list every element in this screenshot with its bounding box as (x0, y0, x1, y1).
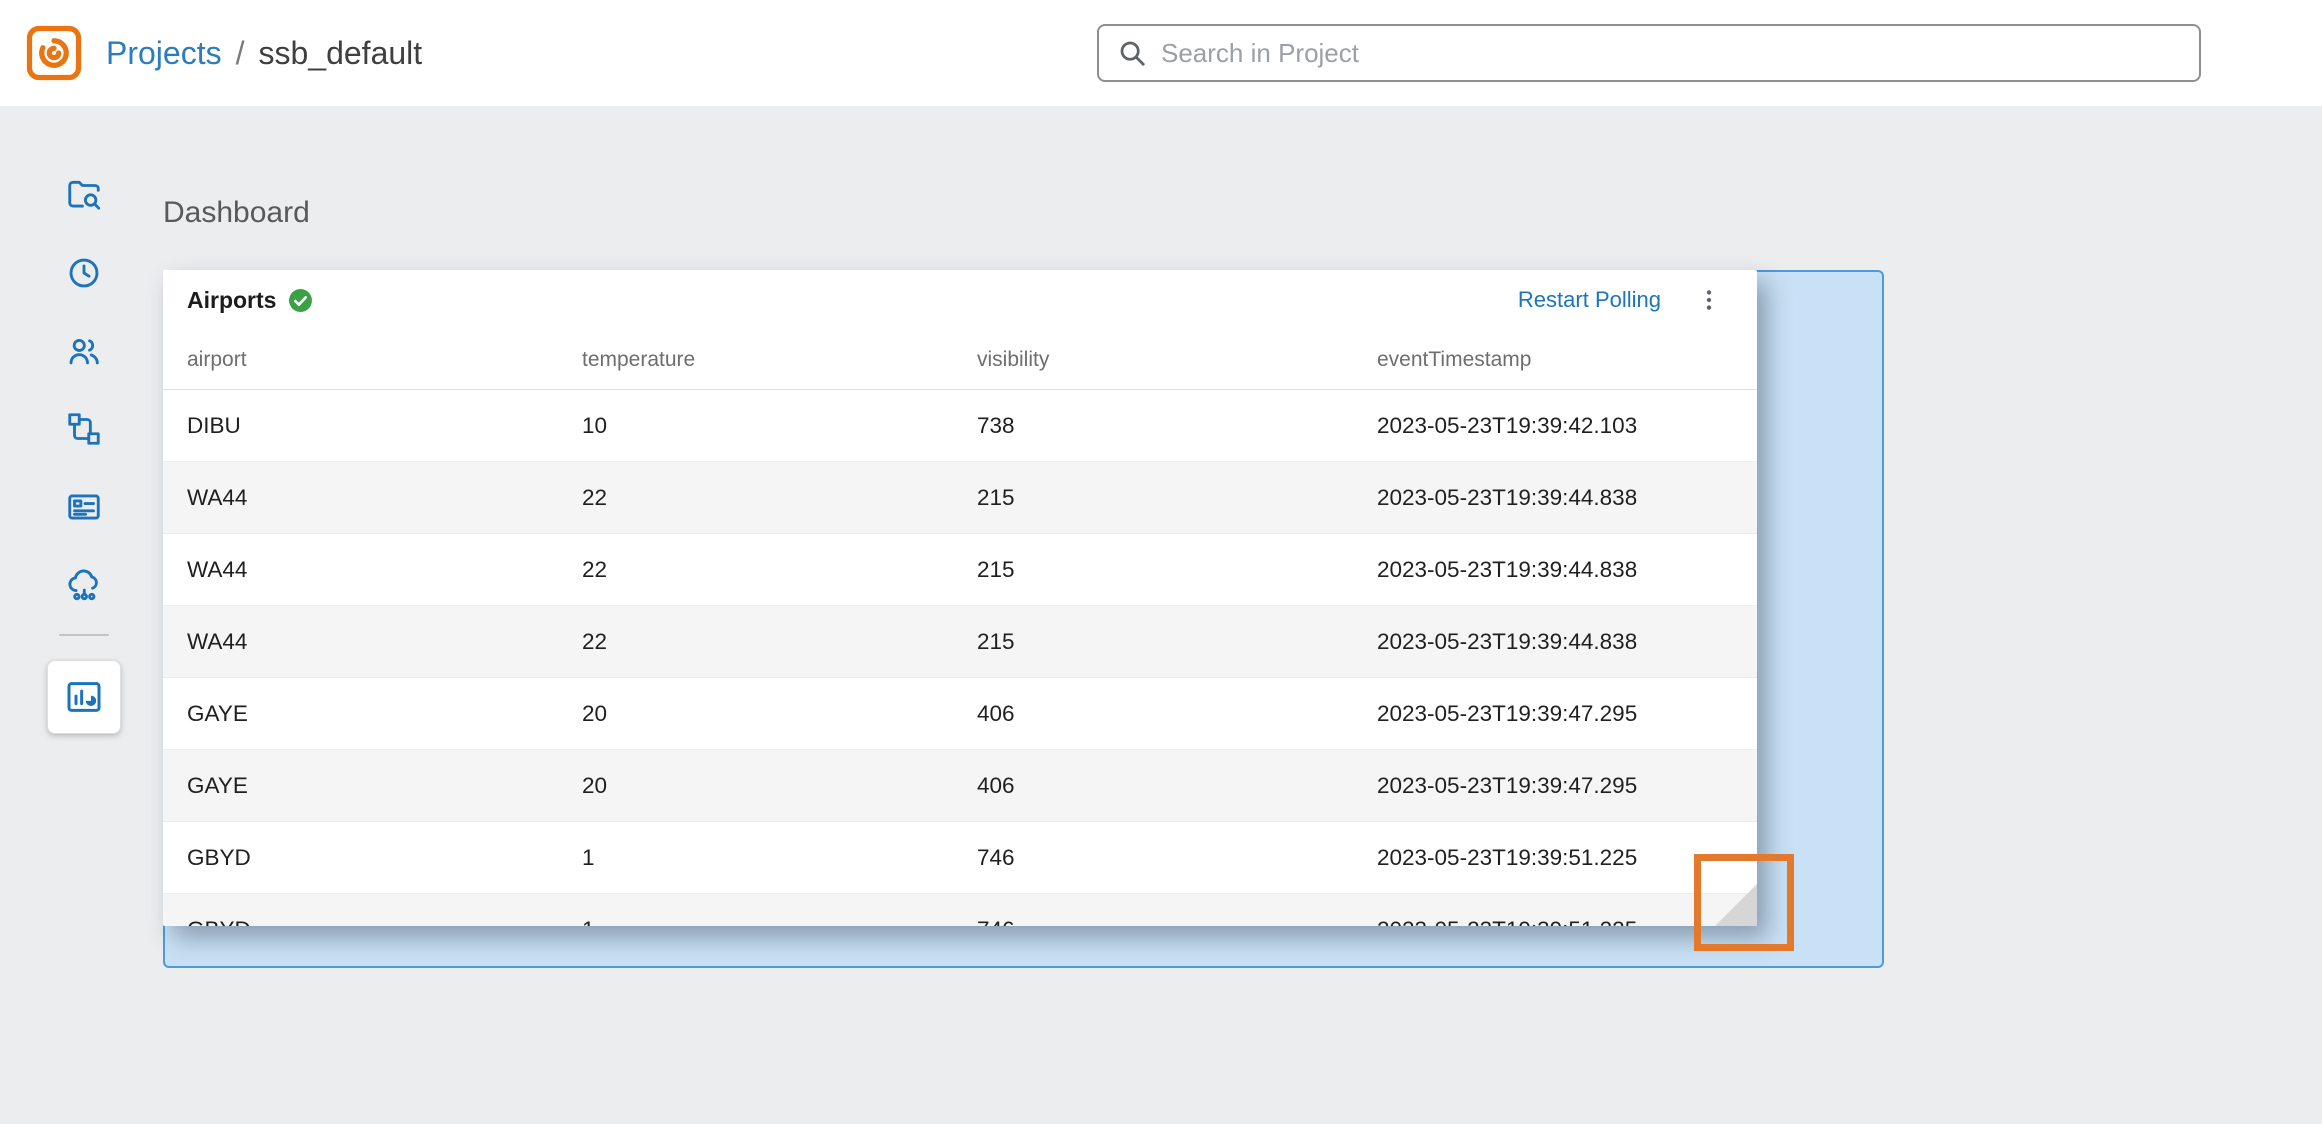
cell-visibility: 215 (953, 485, 1353, 511)
cell-eventTimestamp: 2023-05-23T19:39:44.838 (1353, 485, 1757, 511)
table-row: WA44 22 215 2023-05-23T19:39:44.838 (163, 606, 1757, 678)
column-header-temperature: temperature (558, 348, 953, 372)
sidebar-item-jobs flow-icon[interactable] (65, 410, 103, 448)
table-row: GBYD 1 746 2023-05-23T19:39:51.225 (163, 822, 1757, 894)
cell-airport: GAYE (163, 773, 558, 799)
airports-table-body: DIBU 10 738 2023-05-23T19:39:42.103 WA44… (163, 390, 1757, 926)
cell-temperature: 1 (558, 845, 953, 871)
highlight-annotation-box (1694, 854, 1794, 951)
sidebar-item-data-sources cloud-connection-icon[interactable] (65, 566, 103, 604)
table-row: WA44 22 215 2023-05-23T19:39:44.838 (163, 534, 1757, 606)
sidebar-divider (59, 634, 109, 636)
page-title: Dashboard (163, 196, 310, 230)
cell-eventTimestamp: 2023-05-23T19:39:47.295 (1353, 773, 1757, 799)
cell-airport: DIBU (163, 413, 558, 439)
ssb-logo[interactable] (26, 25, 82, 81)
check-circle-icon (288, 288, 313, 313)
table-row: GAYE 20 406 2023-05-23T19:39:47.295 (163, 678, 1757, 750)
cell-temperature: 20 (558, 701, 953, 727)
sidebar-item-history history-icon[interactable] (65, 254, 103, 292)
cell-visibility: 738 (953, 413, 1353, 439)
cell-temperature: 22 (558, 485, 953, 511)
table-row: DIBU 10 738 2023-05-23T19:39:42.103 (163, 390, 1757, 462)
breadcrumb-current-project: ssb_default (258, 35, 422, 72)
widget-header: Airports Restart Polling (163, 270, 1757, 330)
column-header-eventTimestamp: eventTimestamp (1353, 348, 1757, 372)
cell-airport: GBYD (163, 845, 558, 871)
app-window: Projects / ssb_default (0, 0, 2322, 1124)
cell-visibility: 746 (953, 917, 1353, 927)
table-column-headers: airport temperature visibility eventTime… (163, 330, 1757, 390)
cell-airport: WA44 (163, 629, 558, 655)
project-search (1097, 24, 2201, 82)
table-row: GAYE 20 406 2023-05-23T19:39:47.295 (163, 750, 1757, 822)
cell-eventTimestamp: 2023-05-23T19:39:44.838 (1353, 629, 1757, 655)
cell-visibility: 406 (953, 701, 1353, 727)
cell-eventTimestamp: 2023-05-23T19:39:44.838 (1353, 557, 1757, 583)
sidebar-item-dashboard dashboard-icon[interactable] (47, 660, 121, 734)
sidebar-nav (42, 176, 126, 734)
cell-airport: WA44 (163, 485, 558, 511)
cell-eventTimestamp: 2023-05-23T19:39:47.295 (1353, 701, 1757, 727)
top-header: Projects / ssb_default (0, 0, 2322, 106)
sidebar-item-users users-icon[interactable] (65, 332, 103, 370)
cell-airport: GAYE (163, 701, 558, 727)
cell-temperature: 1 (558, 917, 953, 927)
cell-eventTimestamp: 2023-05-23T19:39:42.103 (1353, 413, 1757, 439)
cell-temperature: 10 (558, 413, 953, 439)
table-row: WA44 22 215 2023-05-23T19:39:44.838 (163, 462, 1757, 534)
sidebar-item-virtual-tables tables-icon[interactable] (65, 488, 103, 526)
cell-airport: GBYD (163, 917, 558, 927)
sidebar-item-explorer folder-search-icon[interactable] (65, 176, 103, 214)
cell-visibility: 215 (953, 557, 1353, 583)
breadcrumb-projects-link[interactable]: Projects (106, 35, 222, 72)
cell-temperature: 22 (558, 629, 953, 655)
table-row: GBYD 1 746 2023-05-23T19:39:51.225 (163, 894, 1757, 926)
cell-airport: WA44 (163, 557, 558, 583)
widget-title: Airports (187, 287, 276, 314)
column-header-airport: airport (163, 348, 558, 372)
cell-visibility: 746 (953, 845, 1353, 871)
search-icon (1117, 38, 1147, 68)
cell-visibility: 215 (953, 629, 1353, 655)
airports-widget-card: Airports Restart Polling airport tempera… (163, 270, 1757, 926)
breadcrumb-separator: / (236, 35, 245, 72)
cell-temperature: 20 (558, 773, 953, 799)
search-input[interactable] (1161, 38, 2181, 69)
column-header-visibility: visibility (953, 348, 1353, 372)
cell-temperature: 22 (558, 557, 953, 583)
breadcrumb: Projects / ssb_default (106, 0, 422, 106)
restart-polling-button[interactable]: Restart Polling (1518, 287, 1661, 313)
kebab-menu-icon[interactable] (1691, 282, 1727, 318)
cell-visibility: 406 (953, 773, 1353, 799)
